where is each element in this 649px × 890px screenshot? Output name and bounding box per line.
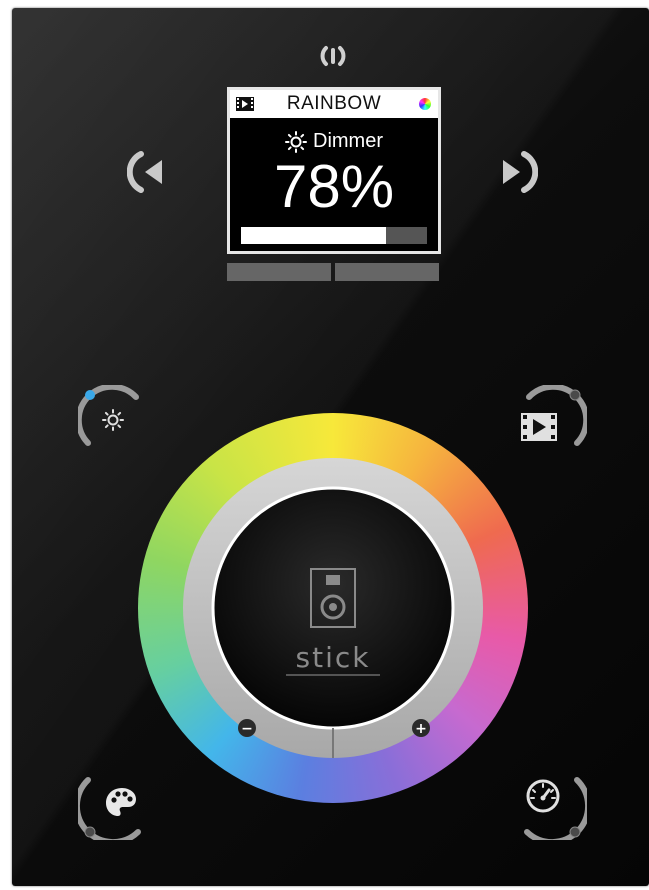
palette-icon xyxy=(106,788,136,816)
lcd-screen: RAINBOW Dimmer 78% xyxy=(227,87,441,254)
level-bar-fill xyxy=(241,227,387,244)
film-icon xyxy=(236,97,254,111)
sun-icon xyxy=(102,409,124,431)
brand-logo: stick xyxy=(296,641,371,674)
parameter-row: Dimmer xyxy=(230,130,438,153)
color-wheel-icon xyxy=(419,98,431,110)
arrow-left-icon xyxy=(126,151,162,193)
speedometer-icon xyxy=(526,779,560,813)
minus-label: − xyxy=(241,721,253,737)
power-icon xyxy=(320,46,346,66)
level-bar xyxy=(241,227,427,244)
plus-label: + xyxy=(415,721,427,737)
next-button[interactable] xyxy=(498,150,539,194)
sun-icon xyxy=(285,130,307,153)
color-wheel[interactable]: − + stick xyxy=(138,413,528,803)
parameter-label: Dimmer xyxy=(313,130,383,152)
scene-title: RAINBOW xyxy=(286,93,382,114)
previous-button[interactable] xyxy=(126,150,167,194)
soft-button-left[interactable] xyxy=(227,263,331,281)
parameter-value: 78% xyxy=(273,153,395,220)
arrow-right-icon xyxy=(503,151,539,193)
power-button[interactable] xyxy=(317,40,349,72)
soft-button-right[interactable] xyxy=(335,263,439,281)
active-indicator xyxy=(85,390,95,400)
screen-header: RAINBOW xyxy=(230,90,438,118)
